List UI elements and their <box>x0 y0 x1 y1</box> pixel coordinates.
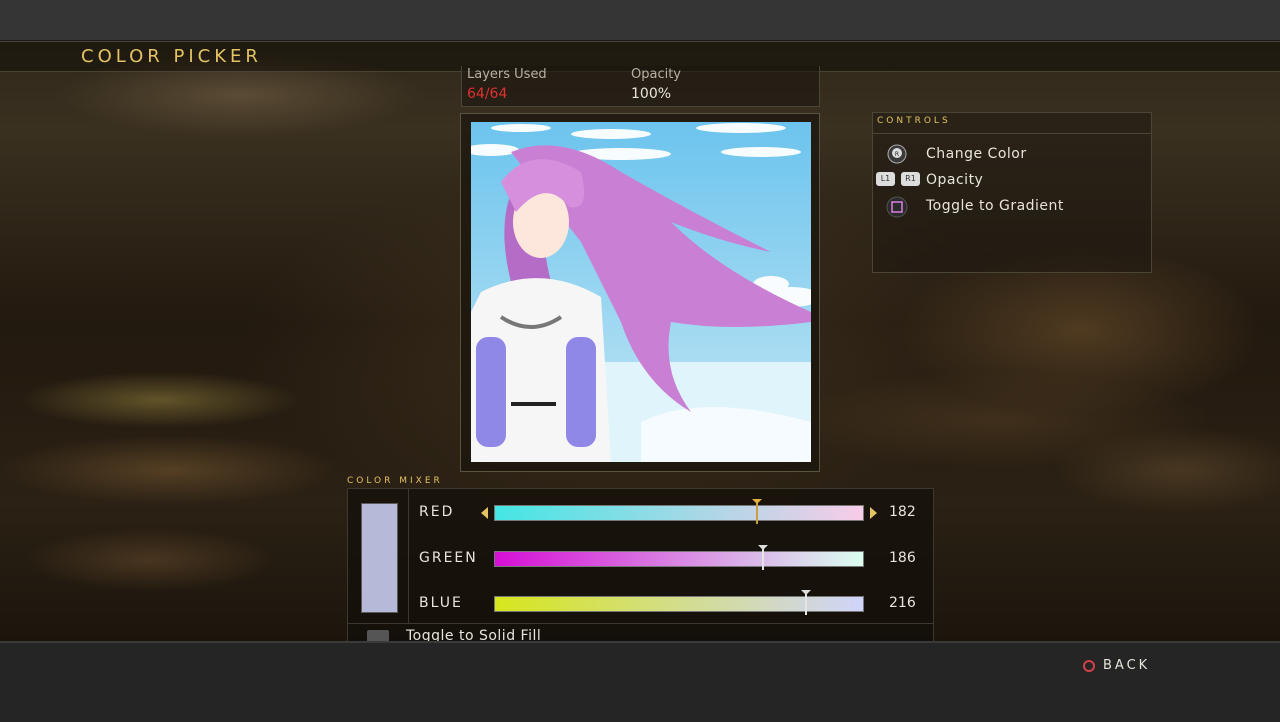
blue-channel-slider[interactable] <box>494 590 864 615</box>
red-channel-label: RED <box>419 504 455 520</box>
controls-panel: CONTROLS R Change Color L1 R1 Opacity To… <box>872 112 1152 273</box>
back-label: BACK <box>1103 658 1151 673</box>
square-button-icon <box>886 196 908 218</box>
bottom-bar <box>0 641 1280 722</box>
toggle-solid-fill-row[interactable]: Toggle to Solid Fill <box>348 623 933 644</box>
emblem-preview-frame <box>460 113 820 472</box>
green-channel-row[interactable]: GREEN 186 <box>348 544 933 574</box>
l1-button-icon: L1 <box>876 172 895 186</box>
control-label: Change Color <box>926 146 1027 162</box>
blue-channel-row[interactable]: BLUE 216 <box>348 589 933 619</box>
red-channel-slider[interactable] <box>494 499 864 524</box>
slider-handle[interactable] <box>757 545 768 570</box>
blue-channel-value: 216 <box>889 595 916 611</box>
control-toggle-gradient: Toggle to Gradient <box>873 196 1151 218</box>
right-stick-icon: R <box>887 144 907 164</box>
green-channel-value: 186 <box>889 550 916 566</box>
layers-used-stat: Layers Used 64/64 <box>467 67 547 102</box>
control-label: Opacity <box>926 172 984 188</box>
green-channel-slider[interactable] <box>494 545 864 570</box>
back-button[interactable]: BACK <box>1083 658 1150 673</box>
opacity-label: Opacity <box>631 67 682 82</box>
color-mixer-header: COLOR MIXER <box>347 476 443 486</box>
red-channel-row[interactable]: RED 182 <box>348 498 933 528</box>
circle-button-icon <box>1083 659 1095 672</box>
color-mixer-panel: RED 182 GREEN 186 BLUE 216 Toggle to Sol… <box>347 488 934 644</box>
increase-arrow-icon[interactable] <box>870 507 877 519</box>
controls-header-label: CONTROLS <box>877 116 951 126</box>
svg-text:R: R <box>895 151 899 158</box>
slider-handle[interactable] <box>801 590 811 615</box>
layers-used-value: 64/64 <box>467 86 508 102</box>
top-bar <box>0 0 1280 41</box>
emblem-preview-image <box>471 122 811 462</box>
control-opacity: L1 R1 Opacity <box>873 170 1151 190</box>
layers-used-label: Layers Used <box>467 67 547 82</box>
green-channel-label: GREEN <box>419 550 478 566</box>
page-title: COLOR PICKER <box>81 46 262 67</box>
decrease-arrow-icon[interactable] <box>481 507 488 519</box>
opacity-value: 100% <box>631 86 672 102</box>
r1-button-icon: R1 <box>901 172 920 186</box>
control-label: Toggle to Gradient <box>926 198 1064 214</box>
controls-header: CONTROLS <box>873 113 1151 134</box>
blue-channel-label: BLUE <box>419 595 463 611</box>
control-change-color: R Change Color <box>873 144 1151 164</box>
layer-stats-panel: Layers Used 64/64 Opacity 100% <box>461 66 820 107</box>
opacity-stat: Opacity 100% <box>631 67 681 102</box>
slider-handle[interactable] <box>752 499 763 524</box>
red-channel-value: 182 <box>889 504 916 520</box>
